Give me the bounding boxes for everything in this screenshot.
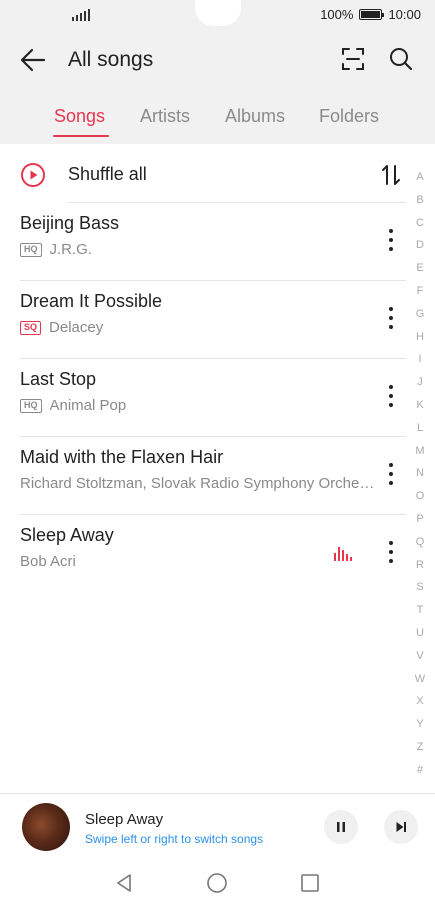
status-bar: 100% 10:00	[0, 0, 435, 32]
back-button[interactable]	[18, 46, 50, 74]
alphabet-index-letter[interactable]: H	[410, 326, 430, 349]
alphabet-index-letter[interactable]: S	[410, 576, 430, 599]
tab-bar: Songs Artists Albums Folders	[0, 104, 435, 140]
more-vertical-icon[interactable]	[380, 303, 402, 333]
nav-back-icon[interactable]	[113, 872, 135, 894]
alphabet-index-letter[interactable]: Q	[410, 531, 430, 554]
hq-badge: HQ	[20, 398, 42, 413]
shuffle-all-row[interactable]: Shuffle all	[0, 152, 405, 202]
pause-icon	[337, 822, 345, 832]
alphabet-index-letter[interactable]: Z	[410, 736, 430, 759]
alphabet-index-letter[interactable]: C	[410, 212, 430, 235]
alphabet-index-letter[interactable]: X	[410, 690, 430, 713]
hq-badge: HQ	[20, 242, 42, 257]
alphabet-index-letter[interactable]: A	[410, 166, 430, 189]
now-playing-equalizer-icon	[334, 547, 352, 561]
alphabet-index-letter[interactable]: G	[410, 303, 430, 326]
song-title: Last Stop	[20, 369, 97, 389]
pause-button[interactable]	[324, 810, 358, 844]
song-title: Maid with the Flaxen Hair	[20, 447, 224, 467]
status-right: 100% 10:00	[320, 7, 421, 22]
nav-home-icon[interactable]	[206, 872, 228, 894]
song-artist: J.R.G.	[49, 241, 93, 258]
now-playing-title: Sleep Away	[85, 811, 164, 828]
alphabet-index[interactable]: A B C D E F G H I J K L M N O P Q R S T U V W X Y Z #	[410, 166, 430, 782]
alphabet-index-letter[interactable]: U	[410, 622, 430, 645]
alphabet-index-letter[interactable]: F	[410, 280, 430, 303]
active-tab-indicator	[53, 135, 109, 137]
tab-artists[interactable]: Artists	[140, 106, 190, 127]
mini-player[interactable]: Sleep Away Swipe left or right to switch…	[0, 793, 435, 856]
alphabet-index-letter[interactable]: N	[410, 462, 430, 485]
alphabet-index-letter[interactable]: B	[410, 189, 430, 212]
camera-notch	[195, 0, 241, 26]
alphabet-index-letter[interactable]: R	[410, 554, 430, 577]
song-title: Dream It Possible	[20, 291, 163, 311]
skip-next-icon	[396, 822, 406, 832]
signal-icon	[72, 9, 90, 21]
song-row[interactable]: Beijing Bass HQ J.R.G.	[0, 203, 406, 281]
scan-icon	[342, 48, 364, 70]
alphabet-index-letter[interactable]: M	[410, 440, 430, 463]
sort-icon[interactable]	[378, 162, 404, 188]
song-title: Sleep Away	[20, 525, 114, 545]
album-art[interactable]	[22, 803, 70, 851]
song-row-playing[interactable]: Sleep Away Bob Acri	[0, 515, 405, 593]
tab-albums[interactable]: Albums	[225, 106, 285, 127]
alphabet-index-letter[interactable]: D	[410, 234, 430, 257]
clock: 10:00	[388, 7, 421, 22]
swipe-hint: Swipe left or right to switch songs	[85, 832, 264, 846]
arrow-left-icon	[20, 48, 46, 72]
alphabet-index-letter[interactable]: W	[410, 668, 430, 691]
song-artist: Richard Stoltzman, Slovak Radio Symphony…	[20, 475, 375, 492]
alphabet-index-letter[interactable]: E	[410, 257, 430, 280]
search-button[interactable]	[386, 44, 416, 74]
play-circle-icon	[21, 163, 45, 187]
alphabet-index-letter[interactable]: L	[410, 417, 430, 440]
tab-folders[interactable]: Folders	[319, 106, 379, 127]
more-vertical-icon[interactable]	[380, 537, 402, 567]
more-vertical-icon[interactable]	[380, 459, 402, 489]
song-row[interactable]: Maid with the Flaxen Hair Richard Stoltz…	[0, 437, 406, 515]
battery-percent: 100%	[320, 7, 354, 22]
next-button[interactable]	[384, 810, 418, 844]
nav-recents-icon[interactable]	[299, 872, 321, 894]
tab-songs[interactable]: Songs	[54, 106, 105, 127]
page-title: All songs	[68, 48, 154, 71]
alphabet-index-letter[interactable]: Y	[410, 713, 430, 736]
alphabet-index-letter[interactable]: V	[410, 645, 430, 668]
search-icon	[390, 48, 413, 71]
shuffle-all-label: Shuffle all	[68, 164, 147, 184]
alphabet-index-letter[interactable]: #	[410, 759, 430, 782]
song-row[interactable]: Dream It Possible SQ Delacey	[0, 281, 406, 359]
app-header: All songs Songs Artists Albums Folders	[0, 32, 435, 144]
system-nav-bar	[0, 856, 435, 904]
alphabet-index-letter[interactable]: J	[410, 371, 430, 394]
alphabet-index-letter[interactable]: I	[410, 348, 430, 371]
alphabet-index-letter[interactable]: P	[410, 508, 430, 531]
more-vertical-icon[interactable]	[380, 381, 402, 411]
song-artist: Delacey	[49, 319, 104, 336]
alphabet-index-letter[interactable]: K	[410, 394, 430, 417]
song-artist: Animal Pop	[49, 397, 127, 414]
song-artist: Bob Acri	[20, 553, 76, 570]
battery-icon	[359, 9, 385, 20]
song-title: Beijing Bass	[20, 213, 120, 233]
alphabet-index-letter[interactable]: O	[410, 485, 430, 508]
alphabet-index-letter[interactable]: T	[410, 599, 430, 622]
song-row[interactable]: Last Stop HQ Animal Pop	[0, 359, 406, 437]
sq-badge: SQ	[20, 320, 42, 335]
scan-button[interactable]	[338, 44, 368, 74]
more-vertical-icon[interactable]	[380, 225, 402, 255]
